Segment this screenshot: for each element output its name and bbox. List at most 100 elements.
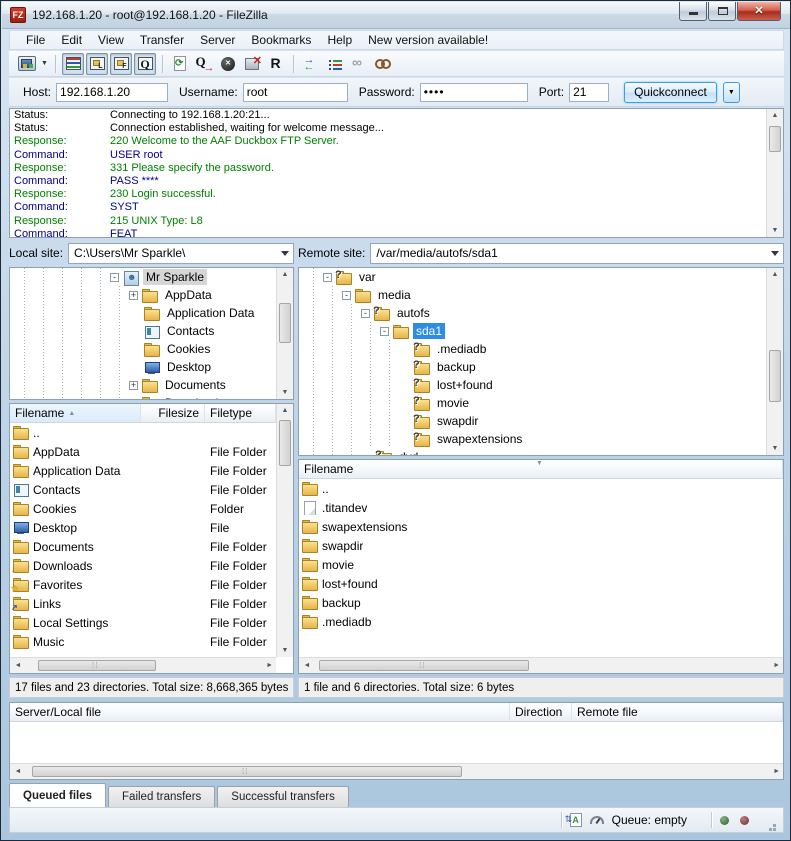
local-site-combobox[interactable]: C:\Users\Mr Sparkle\ bbox=[68, 243, 294, 264]
disconnect-button[interactable] bbox=[241, 53, 263, 75]
local-list-scrollbar-horizontal[interactable]: ◄ ► bbox=[10, 657, 276, 673]
tree-item-sda1[interactable]: -sda1 bbox=[299, 322, 783, 340]
tree-item-application-data[interactable]: Application Data bbox=[10, 304, 293, 322]
scroll-down-icon[interactable]: ▼ bbox=[767, 227, 783, 234]
scrollbar-thumb[interactable] bbox=[769, 126, 781, 152]
tree-item-swapextensions[interactable]: ?swapextensions bbox=[299, 430, 783, 448]
column-header-filename[interactable]: Filename▲ bbox=[10, 404, 141, 422]
collapse-icon[interactable]: - bbox=[380, 327, 389, 336]
compare-directories-button[interactable] bbox=[300, 53, 322, 75]
local-tree-scrollbar-vertical[interactable]: ▲ ▼ bbox=[276, 268, 293, 399]
file-row-titandev[interactable]: .titandev bbox=[299, 498, 783, 517]
tab-successful-transfers[interactable]: Successful transfers bbox=[217, 786, 349, 807]
dropdown-arrow-icon[interactable]: ▼ bbox=[39, 60, 50, 67]
file-row-music[interactable]: MusicFile Folder bbox=[10, 632, 293, 651]
tree-item-desktop[interactable]: Desktop bbox=[10, 358, 293, 376]
queue-column-direction[interactable]: Direction bbox=[510, 703, 572, 721]
tab-failed-transfers[interactable]: Failed transfers bbox=[108, 786, 215, 807]
scroll-down-icon[interactable]: ▼ bbox=[277, 389, 293, 396]
scrollbar-thumb[interactable] bbox=[279, 303, 291, 343]
expand-icon[interactable]: + bbox=[129, 399, 138, 401]
chevron-down-icon[interactable] bbox=[771, 251, 779, 260]
tree-item-mr-sparkle[interactable]: -Mr Sparkle bbox=[10, 268, 293, 286]
file-row-swapdir[interactable]: swapdir bbox=[299, 536, 783, 555]
site-manager-button[interactable] bbox=[16, 53, 38, 75]
queue-scrollbar-horizontal[interactable]: ◄ ► bbox=[10, 763, 783, 779]
file-row-downloads[interactable]: ↓DownloadsFile Folder bbox=[10, 556, 293, 575]
cancel-transfer-button[interactable] bbox=[217, 53, 239, 75]
process-queue-button[interactable] bbox=[193, 53, 215, 75]
resize-grip[interactable] bbox=[765, 820, 777, 832]
menu-transfer[interactable]: Transfer bbox=[132, 31, 192, 49]
menu-bookmarks[interactable]: Bookmarks bbox=[243, 31, 319, 49]
scroll-left-icon[interactable]: ◄ bbox=[10, 764, 26, 779]
tab-queued-files[interactable]: Queued files bbox=[9, 783, 106, 807]
host-input[interactable] bbox=[56, 83, 168, 102]
expand-icon[interactable]: + bbox=[129, 291, 138, 300]
log-scrollbar-vertical[interactable]: ▲ ▼ bbox=[766, 109, 783, 237]
scrollbar-thumb[interactable] bbox=[38, 660, 156, 671]
remote-tree-scrollbar-vertical[interactable]: ▲ ▼ bbox=[766, 268, 783, 455]
port-input[interactable] bbox=[569, 83, 609, 102]
minimize-button[interactable] bbox=[679, 2, 707, 21]
synchronized-browsing-button[interactable] bbox=[348, 53, 370, 75]
tree-item-documents[interactable]: +Documents bbox=[10, 376, 293, 394]
toggle-remote-tree-button[interactable] bbox=[110, 53, 132, 75]
file-row-movie[interactable]: movie bbox=[299, 555, 783, 574]
tree-item-var[interactable]: -?var bbox=[299, 268, 783, 286]
toggle-queue-button[interactable] bbox=[134, 53, 156, 75]
collapse-icon[interactable]: - bbox=[323, 273, 332, 282]
quickconnect-button[interactable]: Quickconnect bbox=[624, 82, 717, 103]
scroll-left-icon[interactable]: ◄ bbox=[10, 658, 26, 673]
file-row-swapextensions[interactable]: swapextensions bbox=[299, 517, 783, 536]
splitter-collapse-icon[interactable]: ▼ bbox=[536, 460, 543, 467]
refresh-button[interactable] bbox=[169, 53, 191, 75]
tree-item-backup[interactable]: ?backup bbox=[299, 358, 783, 376]
tree-item-appdata[interactable]: +AppData bbox=[10, 286, 293, 304]
scroll-right-icon[interactable]: ► bbox=[260, 658, 276, 673]
find-files-button[interactable] bbox=[372, 53, 394, 75]
file-row-cookies[interactable]: CookiesFolder bbox=[10, 499, 293, 518]
chevron-down-icon[interactable] bbox=[281, 251, 289, 260]
file-row-appdata[interactable]: AppDataFile Folder bbox=[10, 442, 293, 461]
file-row-local-settings[interactable]: Local SettingsFile Folder bbox=[10, 613, 293, 632]
scroll-up-icon[interactable]: ▲ bbox=[767, 271, 783, 278]
collapse-icon[interactable]: - bbox=[342, 291, 351, 300]
scroll-right-icon[interactable]: ► bbox=[767, 764, 783, 779]
scroll-up-icon[interactable]: ▲ bbox=[277, 407, 293, 414]
tree-item-dvd[interactable]: ?dvd bbox=[299, 448, 783, 456]
collapse-icon[interactable]: - bbox=[110, 273, 119, 282]
speed-limits-icon[interactable] bbox=[590, 816, 604, 824]
remote-site-combobox[interactable]: /var/media/autofs/sda1 bbox=[370, 243, 784, 264]
file-row-contacts[interactable]: ContactsFile Folder bbox=[10, 480, 293, 499]
column-header-filetype[interactable]: Filetype bbox=[205, 404, 276, 422]
tree-item-contacts[interactable]: Contacts bbox=[10, 322, 293, 340]
reconnect-button[interactable] bbox=[265, 53, 287, 75]
scroll-up-icon[interactable]: ▲ bbox=[767, 112, 783, 119]
close-button[interactable]: ✕ bbox=[737, 2, 781, 21]
quickconnect-dropdown-icon[interactable]: ▼ bbox=[723, 82, 740, 103]
column-header-filesize[interactable]: Filesize bbox=[141, 404, 205, 422]
tree-item-cookies[interactable]: Cookies bbox=[10, 340, 293, 358]
queue-column-remote-file[interactable]: Remote file bbox=[572, 703, 783, 721]
scroll-down-icon[interactable]: ▼ bbox=[277, 647, 293, 654]
directory-filters-button[interactable] bbox=[324, 53, 346, 75]
file-row-desktop[interactable]: DesktopFile bbox=[10, 518, 293, 537]
tree-item-movie[interactable]: ?movie bbox=[299, 394, 783, 412]
scrollbar-thumb[interactable] bbox=[32, 766, 462, 777]
maximize-button[interactable] bbox=[708, 2, 736, 21]
toggle-message-log-button[interactable] bbox=[62, 53, 84, 75]
scrollbar-thumb[interactable] bbox=[769, 350, 781, 402]
queue-column-server-local-file[interactable]: Server/Local file bbox=[10, 703, 510, 721]
tree-item-lost-found[interactable]: ?lost+found bbox=[299, 376, 783, 394]
file-row-documents[interactable]: DocumentsFile Folder bbox=[10, 537, 293, 556]
scrollbar-thumb[interactable] bbox=[319, 660, 529, 671]
file-row-favorites[interactable]: ★FavoritesFile Folder bbox=[10, 575, 293, 594]
toggle-local-tree-button[interactable] bbox=[86, 53, 108, 75]
menu-server[interactable]: Server bbox=[192, 31, 243, 49]
transfer-type-icon[interactable] bbox=[570, 813, 582, 827]
menu-help[interactable]: Help bbox=[319, 31, 360, 49]
file-row-application-data[interactable]: Application DataFile Folder bbox=[10, 461, 293, 480]
password-input[interactable] bbox=[420, 83, 528, 102]
file-row-lost-found[interactable]: lost+found bbox=[299, 574, 783, 593]
